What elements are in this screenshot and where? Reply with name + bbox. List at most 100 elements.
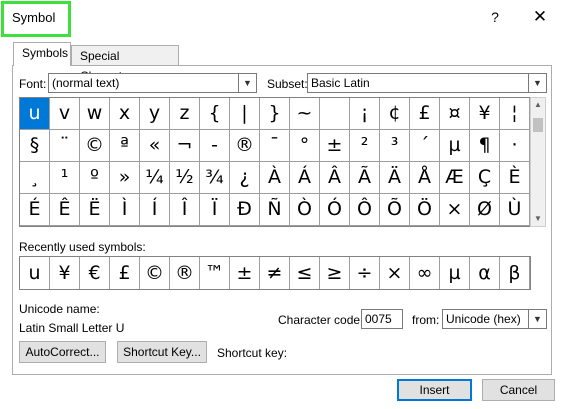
symbol-cell[interactable]: ~ (290, 98, 320, 130)
recent-symbol-cell[interactable]: © (140, 257, 170, 289)
symbol-grid-scrollbar[interactable]: ▲ ▼ (530, 97, 546, 227)
symbol-cell[interactable]: } (260, 98, 290, 130)
autocorrect-button[interactable]: AutoCorrect... (19, 341, 106, 363)
insert-button[interactable]: Insert (397, 379, 472, 401)
symbol-cell[interactable]: Î (170, 194, 200, 226)
symbol-cell[interactable]: ´ (410, 130, 440, 162)
symbol-cell[interactable]: ± (320, 130, 350, 162)
symbol-cell[interactable]: - (200, 130, 230, 162)
symbol-cell[interactable]: ª (110, 130, 140, 162)
scroll-thumb[interactable] (533, 118, 543, 132)
subset-dropdown[interactable]: Basic Latin ▼ (307, 73, 547, 93)
recent-symbol-cell[interactable]: α (470, 257, 500, 289)
recent-symbol-cell[interactable]: ≠ (260, 257, 290, 289)
symbol-cell[interactable]: ¤ (440, 98, 470, 130)
recent-symbol-cell[interactable]: ∞ (410, 257, 440, 289)
symbol-cell[interactable]: Ô (350, 194, 380, 226)
symbol-cell[interactable]: ¢ (380, 98, 410, 130)
recent-symbol-cell[interactable]: ® (170, 257, 200, 289)
symbol-cell[interactable]: ½ (170, 162, 200, 194)
symbol-cell[interactable]: | (230, 98, 260, 130)
symbol-cell[interactable]: { (200, 98, 230, 130)
symbol-cell[interactable]: Ê (50, 194, 80, 226)
symbol-cell[interactable]: Ø (470, 194, 500, 226)
symbol-cell[interactable]: ² (350, 130, 380, 162)
character-code-input[interactable]: 0075 (361, 309, 403, 329)
recent-symbol-cell[interactable]: × (380, 257, 410, 289)
symbol-cell[interactable]: ¯ (260, 130, 290, 162)
symbol-cell[interactable]: w (80, 98, 110, 130)
recent-symbol-cell[interactable]: ¥ (50, 257, 80, 289)
recent-symbol-cell[interactable]: u (20, 257, 50, 289)
recent-symbol-cell[interactable]: ÷ (350, 257, 380, 289)
symbol-cell[interactable]: Á (290, 162, 320, 194)
symbol-cell[interactable]: ¸ (20, 162, 50, 194)
cancel-button[interactable]: Cancel (482, 379, 555, 401)
symbol-cell[interactable]: Ð (230, 194, 260, 226)
symbol-cell[interactable]: Ì (110, 194, 140, 226)
font-dropdown[interactable]: (normal text) ▼ (48, 73, 257, 93)
symbol-cell[interactable]: u (20, 98, 50, 130)
symbol-cell[interactable]: Ï (200, 194, 230, 226)
symbol-cell[interactable]: ¡ (350, 98, 380, 130)
symbol-cell[interactable]: y (140, 98, 170, 130)
symbol-cell[interactable]: Æ (440, 162, 470, 194)
help-button[interactable]: ? (484, 6, 506, 28)
recent-symbol-cell[interactable]: ™ (200, 257, 230, 289)
symbol-cell[interactable]: Ë (80, 194, 110, 226)
recent-symbol-cell[interactable]: £ (110, 257, 140, 289)
symbol-cell[interactable]: ® (230, 130, 260, 162)
symbol-cell[interactable]: Ã (350, 162, 380, 194)
symbol-cell[interactable]: À (260, 162, 290, 194)
symbol-cell[interactable]: È (500, 162, 530, 194)
symbol-cell[interactable]: » (110, 162, 140, 194)
symbol-cell[interactable]: ° (290, 130, 320, 162)
symbol-cell[interactable]: Ó (320, 194, 350, 226)
recent-symbol-cell[interactable]: β (500, 257, 530, 289)
symbol-cell[interactable]: ¥ (470, 98, 500, 130)
symbol-cell[interactable]: £ (410, 98, 440, 130)
tab-special-characters[interactable]: Special Characters (71, 45, 179, 83)
scroll-down-icon[interactable]: ▼ (531, 212, 545, 226)
recent-symbol-cell[interactable]: ≤ (290, 257, 320, 289)
symbol-cell[interactable]: v (50, 98, 80, 130)
tab-symbols[interactable]: Symbols (13, 42, 71, 66)
symbol-cell[interactable]: Í (140, 194, 170, 226)
symbol-cell[interactable]: · (500, 130, 530, 162)
recent-symbol-cell[interactable]: € (80, 257, 110, 289)
shortcut-key-button[interactable]: Shortcut Key... (117, 341, 207, 363)
symbol-cell[interactable]: Ç (470, 162, 500, 194)
symbol-cell[interactable]: Ö (410, 194, 440, 226)
symbol-cell[interactable]: ¬ (170, 130, 200, 162)
symbol-cell[interactable]: x (110, 98, 140, 130)
symbol-cell[interactable]: Õ (380, 194, 410, 226)
symbol-cell[interactable]: º (80, 162, 110, 194)
symbol-cell[interactable]: ¨ (50, 130, 80, 162)
symbol-cell[interactable]: Â (320, 162, 350, 194)
recent-symbol-cell[interactable]: ± (230, 257, 260, 289)
symbol-cell[interactable]: Ñ (260, 194, 290, 226)
symbol-cell[interactable] (320, 98, 350, 130)
symbol-cell[interactable]: ¿ (230, 162, 260, 194)
symbol-cell[interactable]: Å (410, 162, 440, 194)
recent-symbol-cell[interactable]: µ (440, 257, 470, 289)
symbol-cell[interactable]: ³ (380, 130, 410, 162)
symbol-cell[interactable]: ¼ (140, 162, 170, 194)
symbol-cell[interactable]: Ù (500, 194, 530, 226)
symbol-cell[interactable]: ¶ (470, 130, 500, 162)
recent-symbol-cell[interactable]: ≥ (320, 257, 350, 289)
close-button[interactable]: ✕ (527, 6, 553, 28)
symbol-cell[interactable]: µ (440, 130, 470, 162)
symbol-cell[interactable]: Ä (380, 162, 410, 194)
scroll-up-icon[interactable]: ▲ (531, 98, 545, 112)
symbol-cell[interactable]: z (170, 98, 200, 130)
symbol-cell[interactable]: ¦ (500, 98, 530, 130)
symbol-cell[interactable]: É (20, 194, 50, 226)
symbol-cell[interactable]: ¹ (50, 162, 80, 194)
symbol-cell[interactable]: Ò (290, 194, 320, 226)
symbol-cell[interactable]: « (140, 130, 170, 162)
from-dropdown[interactable]: Unicode (hex) ▼ (442, 309, 547, 329)
symbol-cell[interactable]: ¾ (200, 162, 230, 194)
symbol-cell[interactable]: § (20, 130, 50, 162)
symbol-cell[interactable]: © (80, 130, 110, 162)
